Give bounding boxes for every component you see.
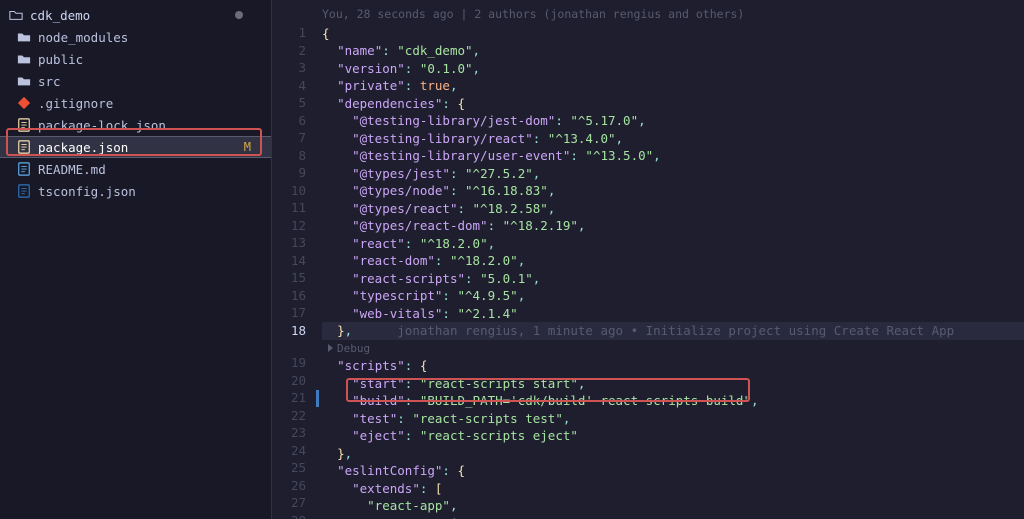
tree-item-tsconfig-json[interactable]: tsconfig.json [0,180,271,202]
code-line[interactable]: "@testing-library/user-event": "^13.5.0"… [322,147,1024,165]
git-blame-header: You, 28 seconds ago | 2 authors (jonatha… [322,6,1024,25]
code-line[interactable]: { [322,25,1024,43]
md-icon [16,161,32,177]
codelens-debug[interactable]: Debug [322,340,1024,358]
code-line[interactable]: "@types/react": "^18.2.58", [322,200,1024,218]
code-line[interactable]: "react-app", [322,497,1024,515]
unsaved-indicator [235,11,243,19]
code-editor[interactable]: 1234567891011121314151617181920212223242… [272,0,1024,519]
file-explorer[interactable]: cdk_demo node_modulespublic src .gitignore… [0,0,272,519]
tree-item-public[interactable]: public [0,48,271,70]
tree-item-label: src [38,74,61,89]
code-content[interactable]: You, 28 seconds ago | 2 authors (jonatha… [322,0,1024,519]
tree-item-label: public [38,52,83,67]
code-line[interactable]: "web-vitals": "^2.1.4" [322,305,1024,323]
code-line[interactable]: "scripts": { [322,357,1024,375]
code-line[interactable]: "react-app/jest" [322,515,1024,519]
code-line[interactable]: "eject": "react-scripts eject" [322,427,1024,445]
tree-root-label: cdk_demo [30,8,90,23]
tree-item-label: package.json [38,140,128,155]
code-line[interactable]: "version": "0.1.0", [322,60,1024,78]
folder-open-icon [8,7,24,23]
tree-item-label: .gitignore [38,96,113,111]
git-change-indicator [316,390,319,408]
code-line[interactable]: }, [322,445,1024,463]
code-line[interactable]: "start": "react-scripts start", [322,375,1024,393]
line-gutter: 1234567891011121314151617181920212223242… [272,0,322,519]
play-icon [328,344,333,352]
tree-item-readme-md[interactable]: README.md [0,158,271,180]
code-line[interactable]: }, jonathan rengius, 1 minute ago • Init… [322,322,1024,340]
folder-icon [16,51,32,67]
code-line[interactable]: "@types/jest": "^27.5.2", [322,165,1024,183]
tree-item-package-json[interactable]: package.json M [0,136,271,158]
code-line[interactable]: "@types/node": "^16.18.83", [322,182,1024,200]
code-line[interactable]: "test": "react-scripts test", [322,410,1024,428]
code-line[interactable]: "private": true, [322,77,1024,95]
tree-root[interactable]: cdk_demo [0,4,271,26]
code-line[interactable]: "name": "cdk_demo", [322,42,1024,60]
code-line[interactable]: "build": "BUILD_PATH='cdk/build' react-s… [322,392,1024,410]
code-line[interactable]: "@testing-library/react": "^13.4.0", [322,130,1024,148]
code-line[interactable]: "eslintConfig": { [322,462,1024,480]
code-line[interactable]: "typescript": "^4.9.5", [322,287,1024,305]
code-line[interactable]: "react": "^18.2.0", [322,235,1024,253]
tree-item-package-lock-json[interactable]: package-lock.json [0,114,271,136]
code-line[interactable]: "@types/react-dom": "^18.2.19", [322,217,1024,235]
code-line[interactable]: "react-scripts": "5.0.1", [322,270,1024,288]
tree-item-label: package-lock.json [38,118,166,133]
modified-badge: M [244,140,251,154]
code-line[interactable]: "extends": [ [322,480,1024,498]
tree-item-label: tsconfig.json [38,184,136,199]
ts-icon [16,183,32,199]
tree-item-node-modules[interactable]: node_modules [0,26,271,48]
tree-item-label: README.md [38,162,106,177]
code-line[interactable]: "dependencies": { [322,95,1024,113]
code-line[interactable]: "react-dom": "^18.2.0", [322,252,1024,270]
folder-icon [16,29,32,45]
git-icon [16,95,32,111]
folder-icon [16,73,32,89]
tree-item-src[interactable]: src [0,70,271,92]
json-icon [16,139,32,155]
tree-item-label: node_modules [38,30,128,45]
code-line[interactable]: "@testing-library/jest-dom": "^5.17.0", [322,112,1024,130]
tree-item--gitignore[interactable]: .gitignore [0,92,271,114]
json-icon [16,117,32,133]
